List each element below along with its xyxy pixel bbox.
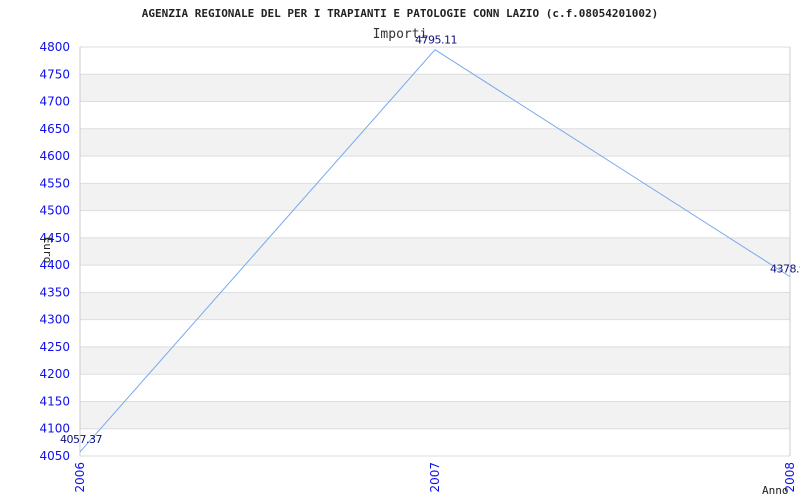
grid-band — [80, 428, 790, 456]
y-tick-label: 4200 — [39, 367, 70, 381]
grid-band — [80, 183, 790, 211]
y-tick-label: 4800 — [39, 40, 70, 54]
grid-band — [80, 237, 790, 266]
data-label: 4795.11 — [415, 34, 457, 47]
data-label: 4057.37 — [60, 433, 102, 446]
y-tick-label: 4750 — [39, 67, 70, 81]
data-label: 4378.9 — [770, 263, 800, 276]
grid-band — [80, 47, 790, 75]
y-tick-label: 4150 — [39, 394, 70, 408]
grid-band — [80, 346, 790, 375]
grid-band — [80, 101, 790, 129]
grid-band — [80, 210, 790, 238]
y-tick-label: 4350 — [39, 285, 70, 299]
y-tick-label: 4300 — [39, 313, 70, 327]
grid-band — [80, 319, 790, 347]
grid-band — [80, 74, 790, 102]
y-tick-label: 4650 — [39, 122, 70, 136]
y-tick-label: 4050 — [39, 449, 70, 463]
y-tick-label: 4600 — [39, 149, 70, 163]
grid-band — [80, 265, 790, 293]
grid-band — [80, 374, 790, 402]
x-tick-label: 2007 — [428, 462, 442, 493]
x-axis-label: Anno — [762, 484, 789, 497]
y-tick-label: 4500 — [39, 204, 70, 218]
chart-title: AGENZIA REGIONALE DEL PER I TRAPIANTI E … — [142, 7, 659, 20]
x-tick-label: 2006 — [73, 462, 87, 493]
grid-band — [80, 292, 790, 320]
grid-band — [80, 128, 790, 157]
y-tick-label: 4700 — [39, 95, 70, 109]
line-chart: AGENZIA REGIONALE DEL PER I TRAPIANTI E … — [39, 7, 800, 497]
y-tick-label: 4250 — [39, 340, 70, 354]
grid-band — [80, 156, 790, 184]
y-axis-label: Euro — [41, 237, 54, 264]
y-tick-label: 4550 — [39, 176, 70, 190]
grid-band — [80, 401, 790, 429]
chart: AGENZIA REGIONALE DEL PER I TRAPIANTI E … — [0, 0, 800, 500]
